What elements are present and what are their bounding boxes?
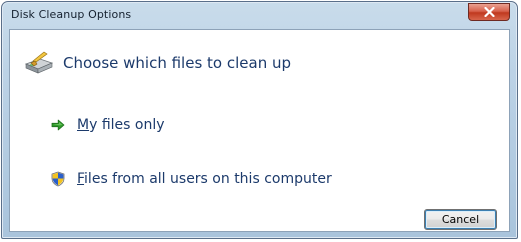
disk-cleanup-icon bbox=[24, 51, 54, 74]
cancel-button[interactable]: Cancel bbox=[424, 209, 497, 230]
close-button[interactable] bbox=[468, 3, 510, 21]
dialog-content: Choose which files to clean up My files … bbox=[9, 29, 510, 232]
dialog-heading: Choose which files to clean up bbox=[63, 54, 292, 72]
close-icon bbox=[483, 7, 495, 17]
all-users-files-option[interactable]: Files from all users on this computer bbox=[50, 171, 332, 187]
dialog-window: Disk Cleanup Options Choose which files … bbox=[1, 1, 518, 239]
green-arrow-icon bbox=[51, 119, 65, 131]
uac-shield-icon bbox=[51, 171, 65, 187]
my-files-only-label: My files only bbox=[77, 117, 165, 133]
all-users-files-label: Files from all users on this computer bbox=[77, 171, 332, 187]
my-files-only-option[interactable]: My files only bbox=[50, 117, 165, 133]
window-title: Disk Cleanup Options bbox=[11, 8, 132, 21]
heading-row: Choose which files to clean up bbox=[24, 50, 291, 76]
title-bar[interactable]: Disk Cleanup Options bbox=[2, 2, 517, 28]
